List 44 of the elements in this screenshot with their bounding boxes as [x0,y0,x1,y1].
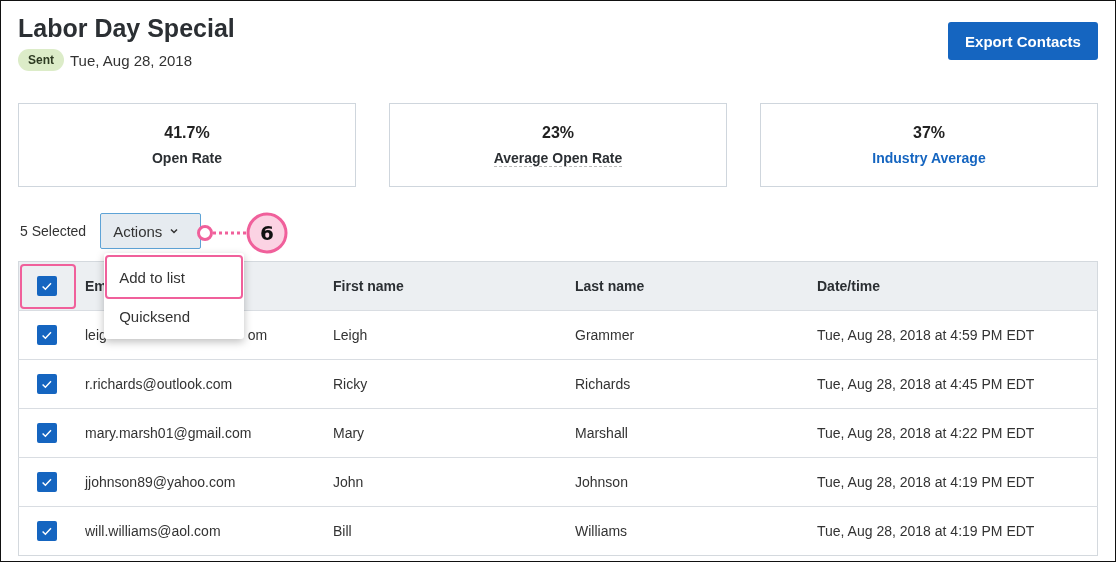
select-all-checkbox[interactable] [37,276,57,296]
email-cell: om [247,327,268,343]
email-cell: mary.marsh01@gmail.com [85,425,252,441]
column-header[interactable]: First name [333,278,404,294]
column-header[interactable]: Date/time [817,278,881,294]
row-checkbox[interactable] [37,325,57,345]
chevron-icon [170,228,179,234]
last-name-cell: Marshall [575,425,628,441]
row-checkbox[interactable] [37,472,57,492]
menu-item[interactable]: Add to list [105,255,244,299]
stat-value: 41.7% [164,124,210,142]
email-cell: will.williams@aol.com [85,523,221,539]
first-name-cell: Leigh [333,327,368,343]
first-name-cell: John [333,474,364,490]
actions-dropdown[interactable]: Actions [100,213,202,249]
row-checkbox[interactable] [37,374,57,394]
stat-label: Open Rate [152,150,222,166]
stat-value: 23% [542,123,574,142]
row-checkbox[interactable] [37,423,57,443]
stat-link[interactable]: Industry Average [872,150,986,166]
date-cell: Tue, Aug 28, 2018 at 4:59 PM EDT [817,327,1035,343]
status-badge: Sent [18,49,64,71]
email-cell: jjohnson89@yahoo.com [85,474,236,490]
sent-date: Tue, Aug 28, 2018 [70,51,193,69]
stat-label: Average Open Rate [493,149,623,167]
page-title: Labor Day Special [18,14,235,43]
date-cell: Tue, Aug 28, 2018 at 4:19 PM EDT [817,523,1035,539]
first-name-cell: Ricky [333,376,368,392]
row-checkbox[interactable] [37,521,57,541]
first-name-cell: Bill [333,523,352,539]
stat-value: 37% [913,124,945,142]
date-cell: Tue, Aug 28, 2018 at 4:19 PM EDT [817,474,1035,490]
date-cell: Tue, Aug 28, 2018 at 4:45 PM EDT [817,376,1035,392]
last-name-cell: Johnson [575,474,628,490]
column-header[interactable]: Last name [575,278,645,294]
menu-item[interactable]: Quicksend [105,299,244,333]
email-cell: r.richards@outlook.com [85,376,233,392]
export-contacts-button[interactable]: Export Contacts [948,22,1098,60]
date-cell: Tue, Aug 28, 2018 at 4:22 PM EDT [817,425,1035,441]
last-name-cell: Williams [575,523,628,539]
selected-count: 5 Selected [20,223,87,239]
first-name-cell: Mary [333,425,365,441]
last-name-cell: Grammer [575,327,635,343]
last-name-cell: Richards [575,376,631,392]
